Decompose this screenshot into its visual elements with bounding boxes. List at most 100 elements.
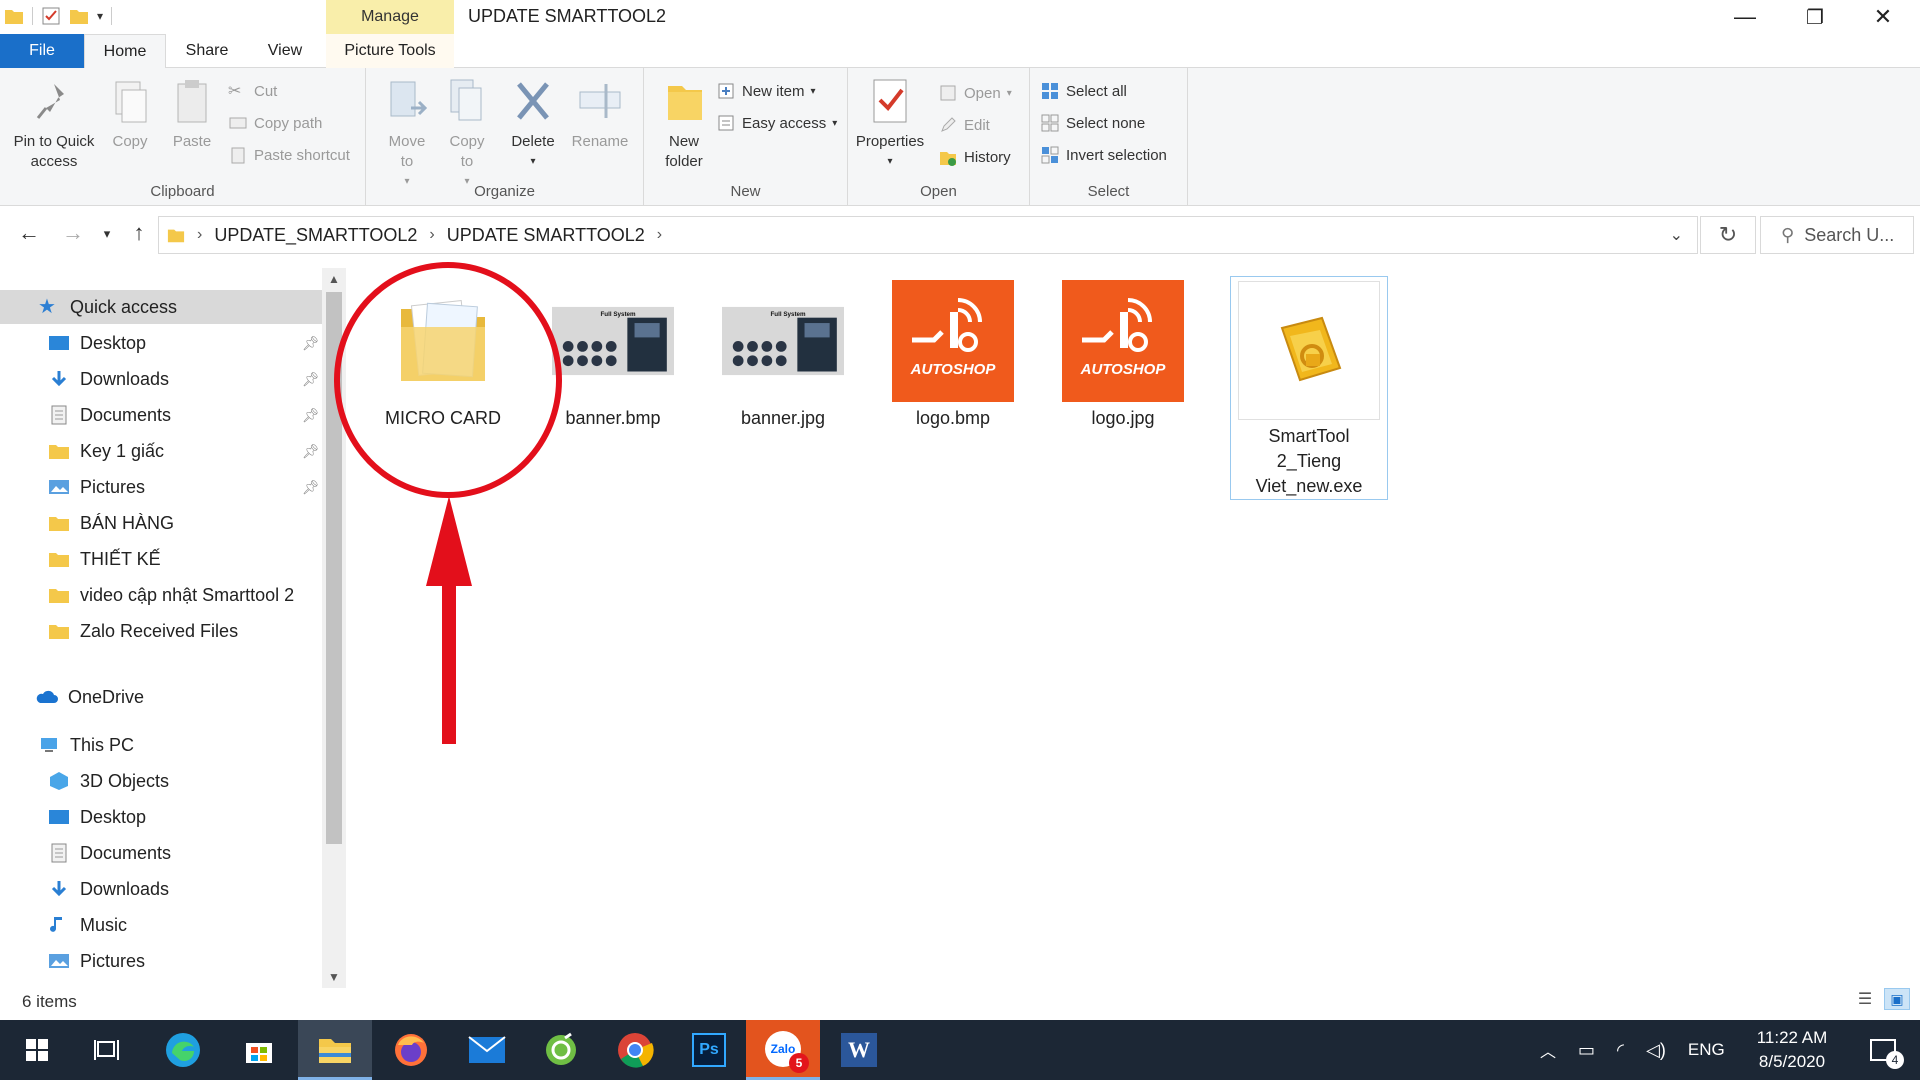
pin-icon[interactable]: 📌︎	[302, 371, 320, 388]
sidebar-item-pc[interactable]: Downloads	[0, 872, 322, 906]
breadcrumb-item[interactable]: UPDATE_SMARTTOOL2	[214, 225, 417, 246]
tab-share[interactable]: Share	[172, 34, 242, 68]
file-item-logo-jpg[interactable]: AUTOSHOP logo.jpg	[1050, 276, 1196, 431]
select-none-button[interactable]: Select none	[1040, 110, 1145, 136]
file-item-logo-bmp[interactable]: AUTOSHOP logo.bmp	[880, 276, 1026, 431]
file-explorer-icon[interactable]	[298, 1020, 372, 1080]
refresh-icon: ↻	[1718, 222, 1738, 247]
close-button[interactable]: ✕	[1848, 0, 1918, 34]
paste-button[interactable]: Paste	[166, 76, 218, 152]
sidebar-item-quick[interactable]: Key 1 giấc 📌︎	[0, 434, 322, 468]
recent-locations-icon[interactable]: ▾	[92, 226, 122, 242]
chevron-right-icon[interactable]: ›	[429, 226, 434, 244]
properties-check-icon[interactable]	[41, 6, 61, 26]
sidebar-item-pc[interactable]: Documents	[0, 836, 322, 870]
new-folder-icon[interactable]	[69, 6, 89, 26]
history-button[interactable]: History	[938, 144, 1011, 170]
scroll-up-icon[interactable]: ▲	[322, 272, 346, 286]
sidebar-item-quick[interactable]: Downloads 📌︎	[0, 362, 322, 396]
notification-center-icon[interactable]: 4	[1846, 1020, 1920, 1080]
photoshop-icon[interactable]: Ps	[672, 1020, 746, 1080]
copy-button[interactable]: Copy	[104, 76, 156, 152]
app-green-icon[interactable]	[524, 1020, 598, 1080]
copy-path-button[interactable]: Copy path	[228, 110, 322, 136]
folder-icon[interactable]	[4, 6, 24, 26]
chevron-up-icon[interactable]: ︿	[1540, 1038, 1556, 1062]
select-all-button[interactable]: Select all	[1040, 78, 1127, 104]
file-item-banner-bmp[interactable]: Full System banner.bmp	[540, 276, 686, 431]
paste-shortcut-button[interactable]: Paste shortcut	[228, 142, 350, 168]
edge-browser-icon[interactable]	[146, 1020, 220, 1080]
volume-icon[interactable]: ◁)	[1646, 1040, 1666, 1061]
start-windows-icon[interactable]	[0, 1020, 74, 1080]
sidebar-item-quick[interactable]: Zalo Received Files	[0, 614, 322, 648]
restore-button[interactable]: ❐	[1780, 0, 1850, 34]
sidebar-item-quick-access[interactable]: ★ Quick access	[0, 290, 322, 324]
file-item-banner-jpg[interactable]: Full System banner.jpg	[710, 276, 856, 431]
customize-qat-icon[interactable]: ▾	[97, 9, 103, 23]
pin-icon[interactable]: 📌︎	[302, 443, 320, 460]
refresh-button[interactable]: ↻	[1700, 216, 1756, 254]
sidebar-item-quick[interactable]: video cập nhật Smarttool 2	[0, 578, 322, 612]
sidebar-item-onedrive[interactable]: OneDrive	[0, 680, 322, 714]
properties-button[interactable]: Properties ▾	[852, 76, 928, 172]
task-view-icon[interactable]	[70, 1020, 144, 1080]
pin-icon[interactable]: 📌︎	[302, 335, 320, 352]
new-item-button[interactable]: New item ▾	[716, 78, 816, 104]
chevron-right-icon[interactable]: ›	[657, 226, 662, 244]
sidebar-item-this-pc[interactable]: This PC	[0, 728, 322, 762]
copy-to-button[interactable]: Copy to ▾	[442, 76, 492, 192]
delete-button[interactable]: Delete ▾	[506, 76, 560, 172]
invert-selection-button[interactable]: Invert selection	[1040, 142, 1167, 168]
pin-icon[interactable]: 📌︎	[302, 407, 320, 424]
sidebar-item-quick[interactable]: Pictures 📌︎	[0, 470, 322, 504]
sidebar-item-quick[interactable]: Documents 📌︎	[0, 398, 322, 432]
firefox-icon[interactable]	[374, 1020, 448, 1080]
pictures-icon	[49, 480, 69, 494]
breadcrumb-item[interactable]: UPDATE SMARTTOOL2	[447, 225, 645, 246]
chevron-down-icon[interactable]: ⌄	[1670, 225, 1683, 245]
language-indicator[interactable]: ENG	[1688, 1040, 1725, 1060]
chrome-icon[interactable]	[598, 1020, 672, 1080]
tab-picture-tools[interactable]: Picture Tools	[326, 34, 454, 68]
store-icon[interactable]	[222, 1020, 296, 1080]
open-button[interactable]: Open ▾	[938, 80, 1012, 106]
edit-button[interactable]: Edit	[938, 112, 990, 138]
sidebar-item-pc[interactable]: 3D Objects	[0, 764, 322, 798]
new-folder-button[interactable]: New folder	[652, 76, 716, 172]
pin-to-quick-access-button[interactable]: Pin to Quick access	[6, 76, 102, 172]
mail-icon[interactable]	[450, 1020, 524, 1080]
address-bar[interactable]: › UPDATE_SMARTTOOL2 › UPDATE SMARTTOOL2 …	[158, 216, 1698, 254]
sidebar-item-quick[interactable]: BÁN HÀNG	[0, 506, 322, 540]
sidebar-item-quick[interactable]: THIẾT KẾ	[0, 542, 322, 576]
tab-home[interactable]: Home	[84, 34, 166, 69]
scroll-down-icon[interactable]: ▼	[322, 970, 346, 984]
word-icon[interactable]: W	[822, 1020, 896, 1080]
sidebar-item-pc[interactable]: Music	[0, 908, 322, 942]
tab-file[interactable]: File	[0, 34, 84, 68]
sidebar-item-pc[interactable]: Desktop	[0, 800, 322, 834]
wifi-icon[interactable]: ◜	[1617, 1040, 1624, 1061]
sidebar-item-pc[interactable]: Pictures	[0, 944, 322, 978]
minimize-button[interactable]: —	[1710, 0, 1780, 34]
manage-contextual-tab[interactable]: Manage	[326, 0, 454, 34]
clock[interactable]: 11:22 AM 8/5/2020	[1742, 1026, 1842, 1074]
move-to-button[interactable]: Move to ▾	[382, 76, 432, 192]
search-box[interactable]: ⚲ Search U...	[1760, 216, 1914, 254]
easy-access-button[interactable]: Easy access ▾	[716, 110, 837, 136]
pin-icon[interactable]: 📌︎	[302, 479, 320, 496]
battery-icon[interactable]: ▭	[1578, 1040, 1595, 1061]
back-arrow-icon[interactable]: ←	[14, 220, 44, 246]
file-item-smarttool-exe[interactable]: SmartTool 2_Tieng Viet_new.exe	[1230, 276, 1388, 500]
sidebar-item-quick[interactable]: Desktop 📌︎	[0, 326, 322, 360]
ribbon: Pin to Quick access Copy Paste ✂ Cut Cop…	[0, 68, 1920, 206]
forward-arrow-icon[interactable]: →	[58, 220, 88, 246]
details-view-icon[interactable]: ☰	[1852, 988, 1878, 1010]
sidebar-item-pc[interactable]: Videos	[0, 980, 322, 989]
cut-button[interactable]: ✂ Cut	[228, 78, 277, 104]
tab-view[interactable]: View	[250, 34, 320, 68]
up-arrow-icon[interactable]: ↑	[124, 220, 154, 246]
rename-button[interactable]: Rename	[568, 76, 632, 152]
large-icons-view-icon[interactable]: ▣	[1884, 988, 1910, 1010]
zalo-icon[interactable]: Zalo 5	[746, 1020, 820, 1080]
